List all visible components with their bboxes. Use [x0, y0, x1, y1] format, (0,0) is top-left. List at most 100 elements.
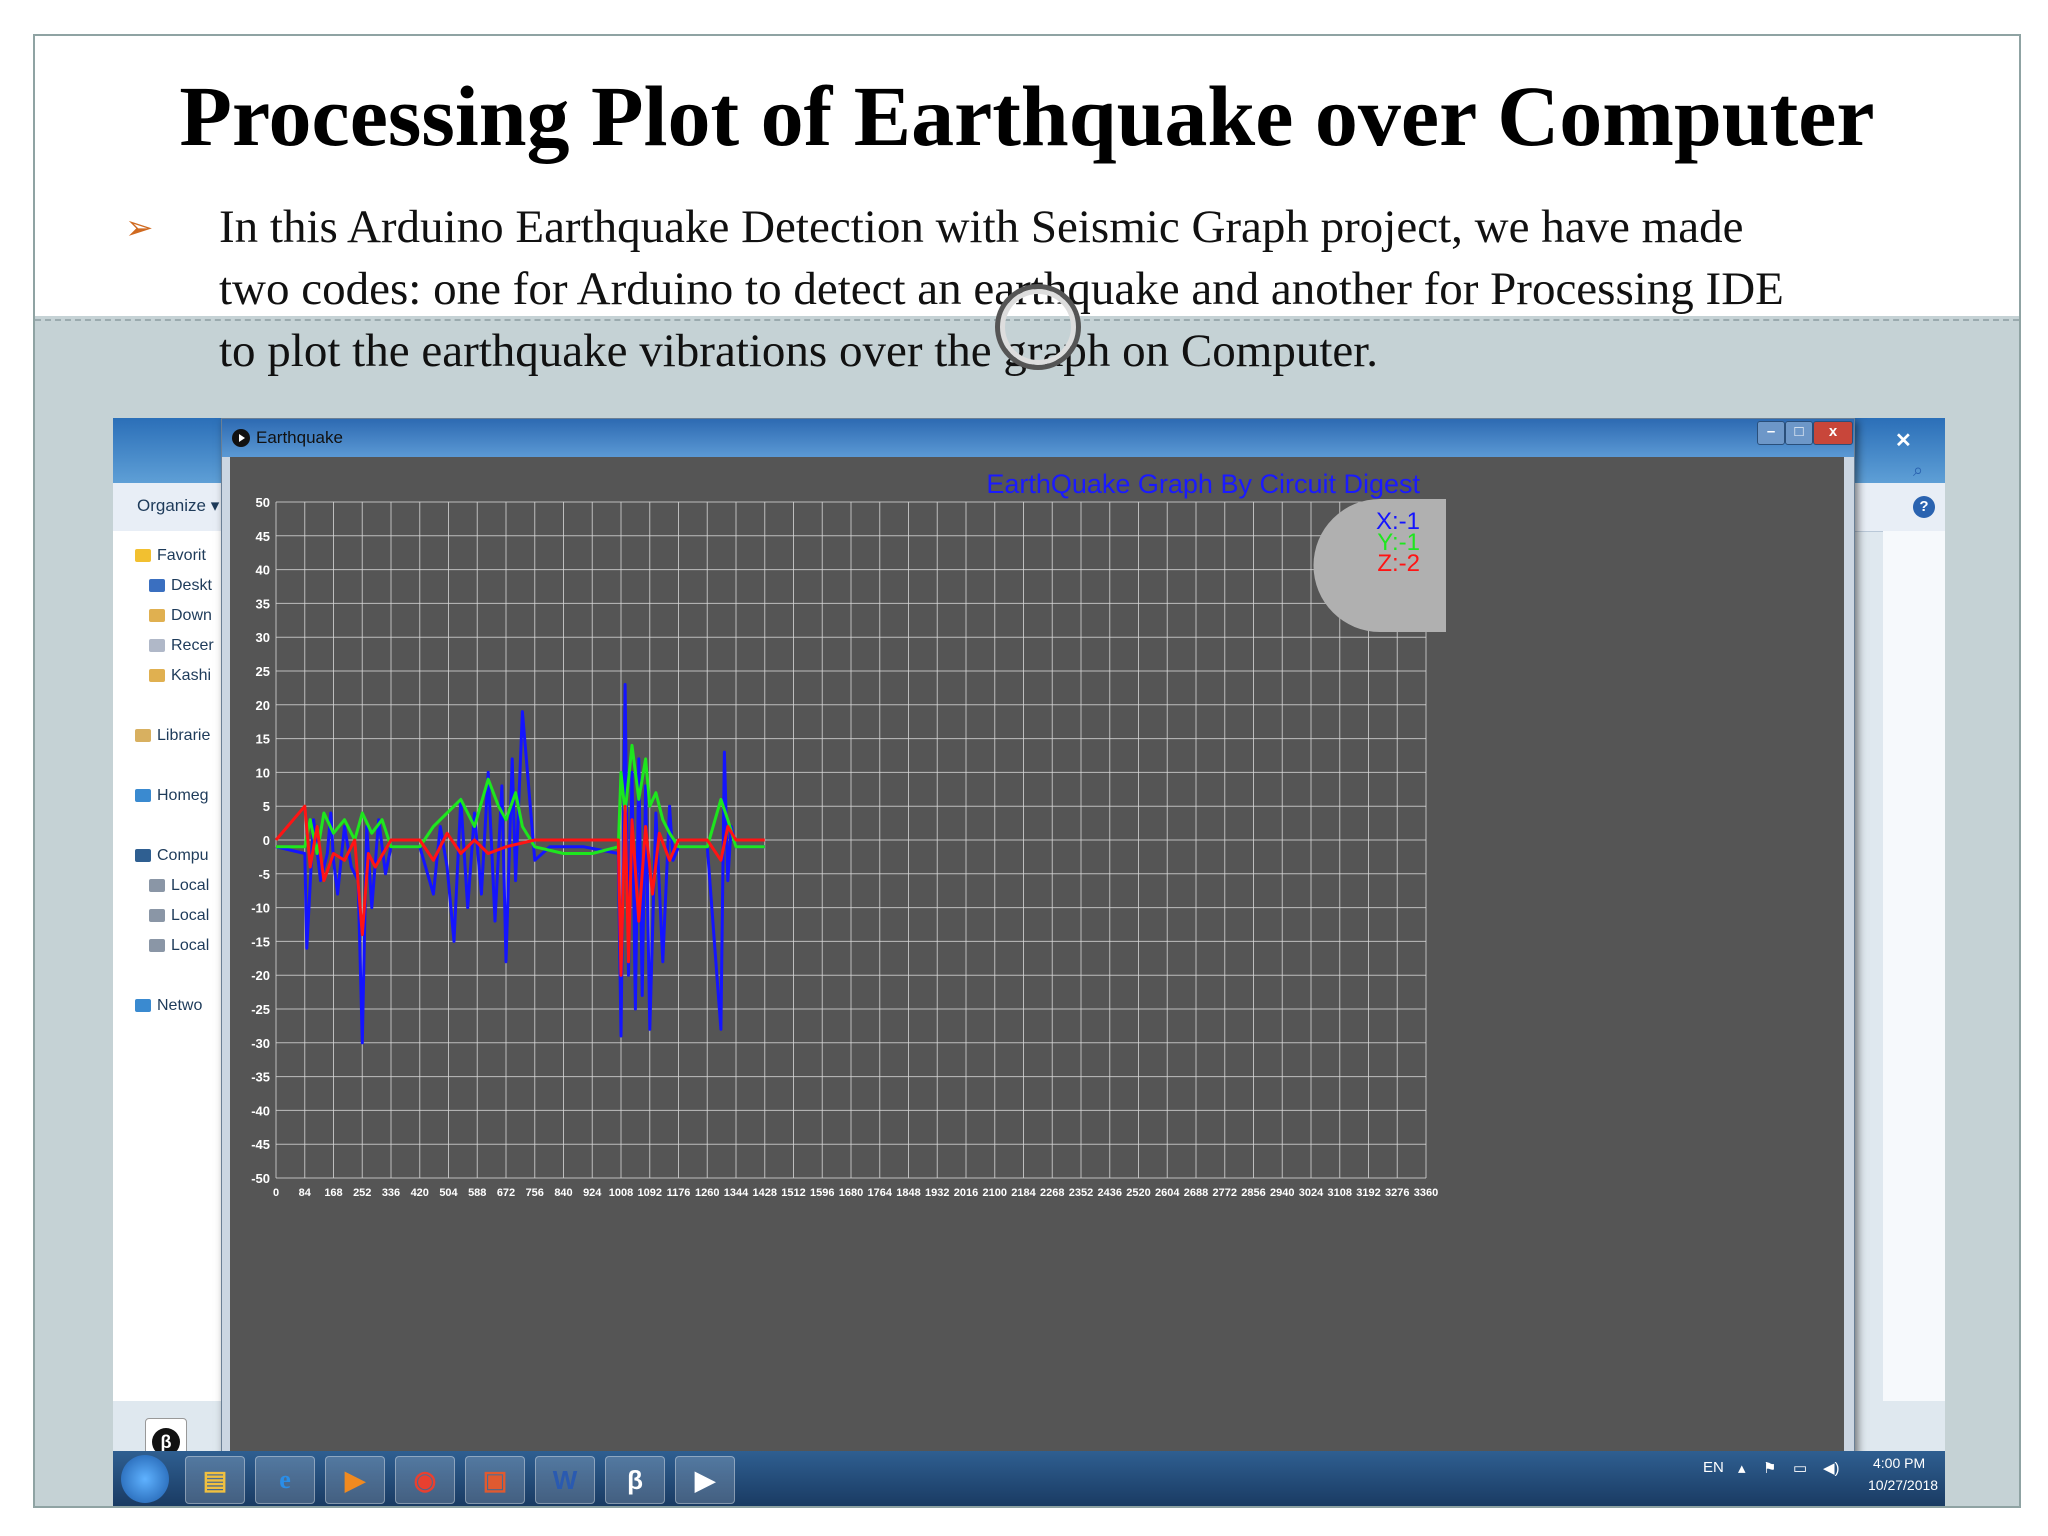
ie-taskbar-icon[interactable]: e: [255, 1456, 315, 1504]
slide: Processing Plot of Earthquake over Compu…: [33, 34, 2021, 1508]
x-tick-label: 1596: [810, 1187, 834, 1199]
nav-item-kashi[interactable]: Kashi: [149, 667, 211, 685]
x-tick-label: 2688: [1184, 1187, 1208, 1199]
y-tick-label: -30: [251, 1036, 270, 1051]
drive-icon: [149, 879, 165, 893]
nav-item-desktop[interactable]: Deskt: [149, 577, 212, 595]
y-tick-label: 15: [256, 732, 270, 747]
x-tick-label: 672: [497, 1187, 515, 1199]
y-tick-label: 5: [263, 799, 270, 814]
readout-z: Z:-2: [1377, 550, 1420, 577]
nav-item-favorites[interactable]: Favorit: [135, 547, 206, 565]
y-tick-label: 10: [256, 765, 270, 780]
nav-item-downloads[interactable]: Down: [149, 607, 212, 625]
click-cursor-icon: [995, 284, 1081, 370]
chrome-taskbar-icon[interactable]: ◉: [395, 1456, 455, 1504]
clock-date[interactable]: 10/27/2018: [1868, 1477, 1938, 1493]
y-tick-label: 50: [256, 495, 270, 510]
y-tick-label: -40: [251, 1103, 270, 1118]
word-taskbar-icon[interactable]: W: [535, 1456, 595, 1504]
minimize-button[interactable]: –: [1757, 421, 1785, 445]
y-tick-label: -50: [251, 1171, 270, 1186]
x-tick-label: 3024: [1299, 1187, 1324, 1199]
recent-icon: [149, 639, 165, 653]
y-tick-label: -25: [251, 1002, 270, 1017]
bullet-line-2: two codes: one for Arduino to detect an …: [219, 263, 1784, 315]
x-tick-label: 1008: [609, 1187, 633, 1199]
drive-icon: [149, 909, 165, 923]
processing-taskbar-icon[interactable]: ▶: [675, 1456, 735, 1504]
x-tick-label: 3192: [1356, 1187, 1380, 1199]
x-tick-label: 2268: [1040, 1187, 1064, 1199]
x-tick-label: 3276: [1385, 1187, 1409, 1199]
x-tick-label: 336: [382, 1187, 400, 1199]
y-tick-label: -5: [258, 867, 270, 882]
x-tick-label: 84: [299, 1187, 312, 1199]
language-indicator[interactable]: EN: [1703, 1459, 1724, 1476]
explorer-close-button[interactable]: ✕: [1895, 428, 1912, 453]
nav-item-local-disk-2[interactable]: Local: [149, 907, 209, 925]
x-tick-label: 2520: [1126, 1187, 1150, 1199]
x-tick-label: 1428: [753, 1187, 777, 1199]
x-tick-label: 1764: [868, 1187, 893, 1199]
network-tray-icon[interactable]: ▭: [1793, 1459, 1807, 1477]
desktop-icon: [149, 579, 165, 593]
star-icon: [135, 549, 151, 563]
y-tick-label: 40: [256, 563, 270, 578]
taskbar: ▤ e ▶ ◉ ▣ W β ▶ EN ▴ ⚑ ▭ ◀) 4:00 PM 10/2…: [113, 1451, 1945, 1506]
x-tick-label: 2352: [1069, 1187, 1093, 1199]
x-tick-label: 1848: [896, 1187, 920, 1199]
y-tick-label: -45: [251, 1137, 270, 1152]
x-tick-label: 168: [324, 1187, 342, 1199]
organize-menu[interactable]: Organize ▾: [137, 496, 219, 516]
folder-icon: [149, 609, 165, 623]
network-icon: [135, 999, 151, 1013]
x-tick-label: 1344: [724, 1187, 749, 1199]
processing-titlebar[interactable]: [222, 419, 1854, 457]
y-tick-label: 35: [256, 596, 270, 611]
bullet-arrow-icon: ➢: [125, 208, 154, 248]
volume-icon[interactable]: ◀): [1823, 1459, 1840, 1477]
start-button[interactable]: [121, 1455, 169, 1503]
x-tick-label: 2100: [983, 1187, 1007, 1199]
nav-item-network[interactable]: Netwo: [135, 997, 202, 1015]
y-tick-label: -15: [251, 934, 270, 949]
tray-arrow-icon[interactable]: ▴: [1738, 1459, 1746, 1477]
nav-item-local-disk-1[interactable]: Local: [149, 877, 209, 895]
plot-canvas: 50 45 40 35 30 25 20 15 10 5 0 -5 -10 -15 -20 -25 -30 -35…: [230, 457, 1844, 1457]
bullet-line-3: to plot the earthquake vibrations over t…: [219, 325, 1379, 377]
x-tick-label: 588: [468, 1187, 486, 1199]
bullet-text: In this Arduino Earthquake Detection wit…: [219, 196, 1979, 382]
x-tick-label: 3108: [1328, 1187, 1352, 1199]
x-tick-label: 2604: [1155, 1187, 1180, 1199]
search-icon[interactable]: ⌕: [1913, 460, 1923, 481]
y-tick-label: -20: [251, 968, 270, 983]
nav-item-computer[interactable]: Compu: [135, 847, 209, 865]
media-player-taskbar-icon[interactable]: ▶: [325, 1456, 385, 1504]
x-tick-label: 0: [273, 1187, 279, 1199]
maximize-button[interactable]: □: [1785, 421, 1813, 445]
x-tick-label: 840: [554, 1187, 572, 1199]
nav-item-libraries[interactable]: Librarie: [135, 727, 210, 745]
x-tick-label: 3360: [1414, 1187, 1438, 1199]
explorer-taskbar-icon[interactable]: ▤: [185, 1456, 245, 1504]
x-tick-label: 2856: [1241, 1187, 1265, 1199]
x-tick-label: 252: [353, 1187, 371, 1199]
nav-item-local-disk-3[interactable]: Local: [149, 937, 209, 955]
nav-item-recent[interactable]: Recer: [149, 637, 214, 655]
chart-title: EarthQuake Graph By Circuit Digest: [986, 469, 1420, 499]
slide-title: Processing Plot of Earthquake over Compu…: [179, 68, 1875, 164]
clock-time[interactable]: 4:00 PM: [1873, 1455, 1925, 1471]
x-tick-label: 1092: [638, 1187, 662, 1199]
help-icon[interactable]: ?: [1913, 496, 1935, 518]
close-button[interactable]: x: [1813, 421, 1853, 445]
office-taskbar-icon[interactable]: ▣: [465, 1456, 525, 1504]
x-tick-label: 1176: [667, 1187, 691, 1199]
x-tick-label: 2016: [954, 1187, 978, 1199]
y-tick-label: 25: [256, 664, 270, 679]
nav-item-homegroup[interactable]: Homeg: [135, 787, 209, 805]
flag-icon[interactable]: ⚑: [1763, 1459, 1776, 1477]
desktop-screenshot: ✕ ⌕ Organize ▾ ? Favorit Deskt Down Rece…: [113, 418, 1945, 1506]
b-app-taskbar-icon[interactable]: β: [605, 1456, 665, 1504]
y-tick-label: -10: [251, 901, 270, 916]
